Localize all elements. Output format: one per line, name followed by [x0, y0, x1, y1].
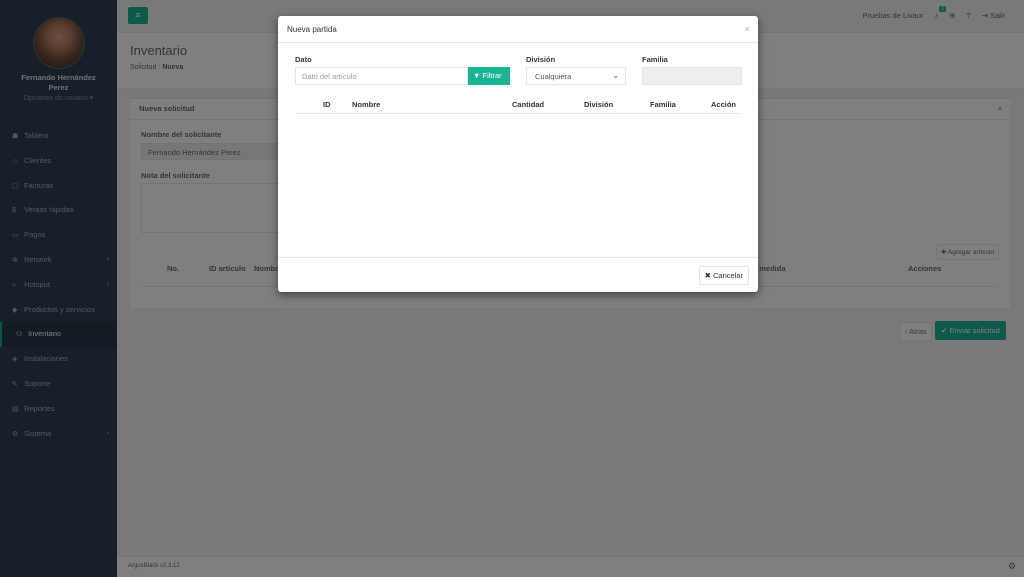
division-label: División: [526, 55, 556, 64]
division-selected: Cualquiera: [535, 72, 572, 81]
col-accion: Acción: [711, 100, 737, 109]
col-cantidad: Cantidad: [512, 100, 545, 109]
modal-header: Nueva partida ×: [278, 16, 758, 43]
familia-select[interactable]: [642, 67, 742, 85]
col-nombre: Nombre: [352, 100, 381, 109]
cancel-button[interactable]: ✖ Cancelar: [698, 266, 749, 285]
filter-button[interactable]: ▼ Filtrar: [468, 67, 510, 85]
col-familia: Familia: [650, 100, 676, 109]
division-select[interactable]: Cualquiera ⌄: [526, 67, 626, 85]
modal-footer: ✖ Cancelar: [278, 257, 758, 292]
item-data-input[interactable]: Dato del artículo: [295, 67, 468, 85]
new-item-modal: Nueva partida × Dato Dato del artículo ▼…: [278, 16, 758, 292]
modal-title: Nueva partida: [287, 25, 337, 34]
col-division: División: [584, 100, 614, 109]
close-icon[interactable]: ×: [745, 24, 750, 34]
chevron-down-icon: ⌄: [612, 71, 619, 80]
col-id: ID: [323, 100, 331, 109]
modal-table-divider: [295, 113, 742, 114]
dato-label: Dato: [295, 55, 312, 64]
familia-label: Familia: [642, 55, 668, 64]
